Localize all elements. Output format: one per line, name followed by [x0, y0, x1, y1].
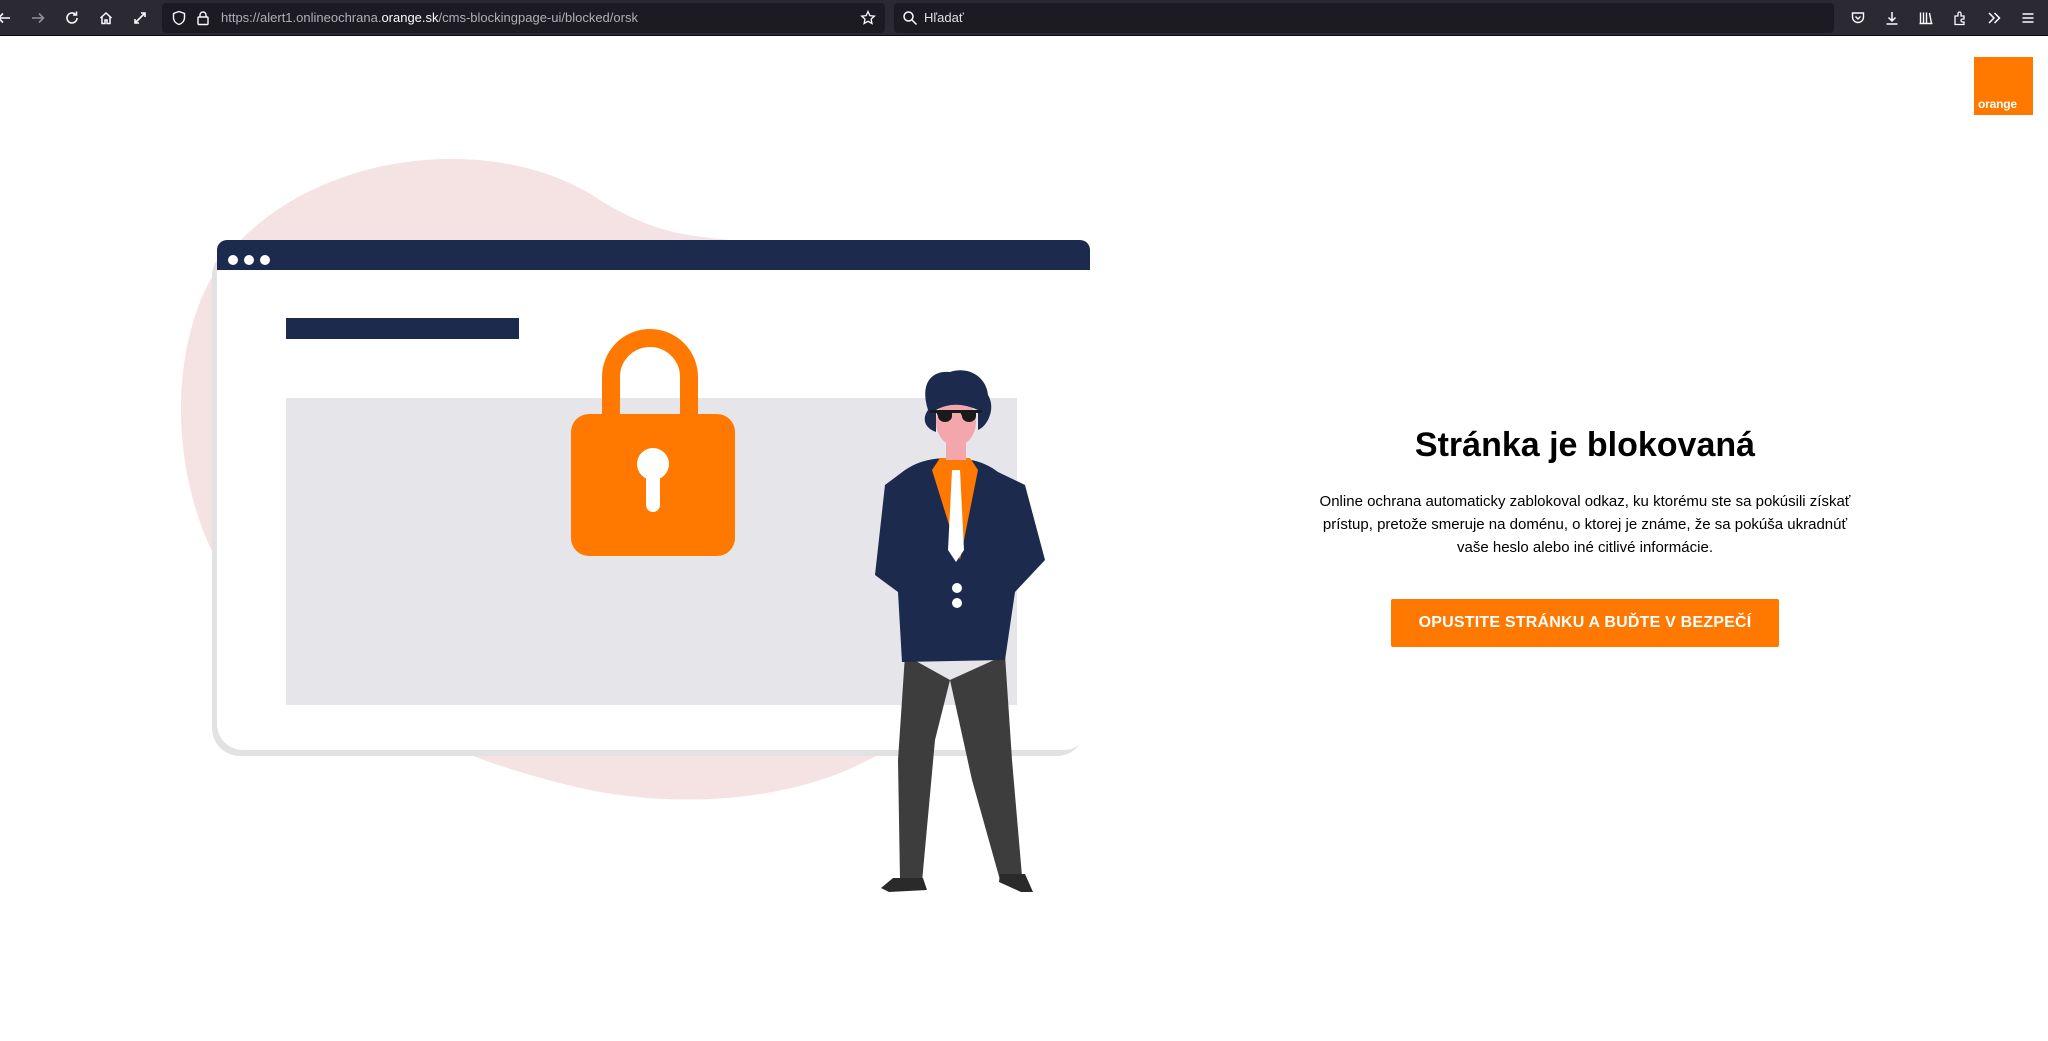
home-icon[interactable] [92, 4, 120, 32]
library-icon[interactable] [1912, 4, 1940, 32]
extensions-icon[interactable] [1946, 4, 1974, 32]
orange-logo[interactable]: orange [1974, 57, 2033, 115]
menu-icon[interactable] [2014, 4, 2042, 32]
overflow-icon[interactable] [1980, 4, 2008, 32]
logo-text: orange [1978, 97, 2017, 111]
window-dot-1 [228, 255, 238, 265]
download-icon[interactable] [1878, 4, 1906, 32]
blocked-message: Stránka je blokovaná Online ochrana auto… [1270, 420, 1900, 647]
reload-icon[interactable] [58, 4, 86, 32]
lock-icon[interactable] [195, 10, 211, 26]
window-dot-2 [244, 255, 254, 265]
back-icon[interactable] [0, 4, 18, 32]
pocket-icon[interactable] [1844, 4, 1872, 32]
description-text: Online ochrana automaticky zablokoval od… [1319, 493, 1851, 556]
search-placeholder: Hľadať [924, 10, 964, 25]
window-dot-3 [260, 255, 270, 265]
url-text[interactable]: https://alert1.onlineochrana.orange.sk/c… [221, 10, 638, 26]
window-titlebar [217, 240, 1090, 270]
blocked-page-illustration [180, 158, 1090, 892]
forward-icon[interactable] [24, 4, 52, 32]
browser-toolbar: https://alert1.onlineochrana.orange.sk/c… [0, 0, 2048, 36]
leave-page-button[interactable]: OPUSTITE STRÁNKU A BUĎTE V BEZPEČÍ [1391, 599, 1779, 647]
url-bar[interactable]: https://alert1.onlineochrana.orange.sk/c… [162, 3, 885, 33]
window-heading-bar [286, 318, 519, 339]
fullscreen-icon[interactable] [126, 4, 154, 32]
shield-icon[interactable] [171, 10, 187, 26]
page-title: Stránka je blokovaná [1414, 426, 1756, 464]
search-bar[interactable]: Hľadať [894, 3, 1834, 33]
search-icon [903, 11, 918, 26]
bookmark-star-icon[interactable] [860, 10, 876, 26]
padlock-keyhole-slot [646, 468, 660, 512]
